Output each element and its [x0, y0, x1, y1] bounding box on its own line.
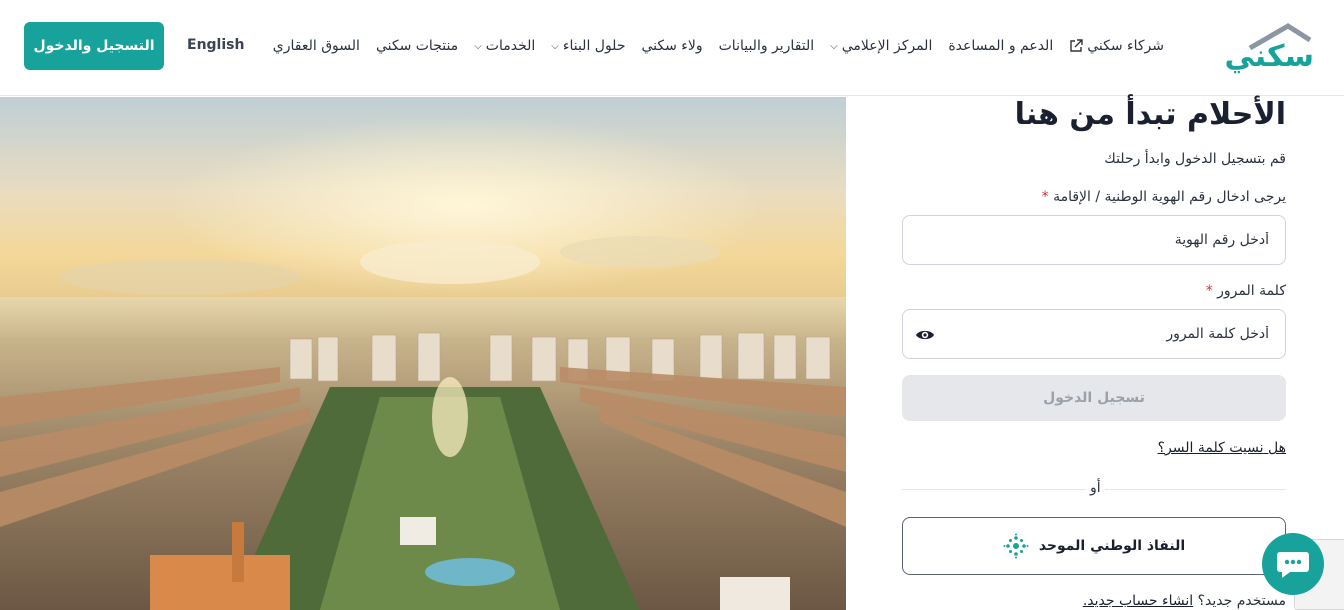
or-separator: أو: [1086, 480, 1105, 496]
main-nav: السوق العقاري منتجات سكني الخدمات ⌵ حلول …: [257, 32, 1164, 60]
page-title: الأحلام تبدأ من هنا: [1014, 97, 1286, 132]
required-mark: *: [1205, 283, 1213, 299]
password-field: [902, 309, 1286, 359]
nav-item-support[interactable]: الدعم و المساعدة: [948, 38, 1053, 54]
chevron-down-icon: ⌵: [830, 40, 838, 52]
nav-label: ولاء سكني: [641, 38, 703, 54]
password-field-label: كلمة المرور *: [1206, 283, 1286, 299]
nav-item-building-solutions[interactable]: حلول البناء ⌵: [551, 38, 625, 54]
nav-label: التقارير والبيانات: [718, 38, 815, 54]
nav-label: المركز الإعلامي: [841, 38, 933, 54]
register-login-button[interactable]: التسجيل والدخول: [24, 22, 164, 70]
id-number-input[interactable]: [903, 216, 1285, 264]
chat-icon: [1277, 552, 1309, 578]
id-field: [902, 215, 1286, 265]
required-mark: *: [1041, 189, 1049, 205]
nav-item-reports-data[interactable]: التقارير والبيانات: [719, 38, 815, 54]
id-label-text: يرجى ادخال رقم الهوية الوطنية / الإقامة: [1053, 189, 1286, 205]
create-account-link[interactable]: انشاء حساب جديد.: [1083, 593, 1193, 609]
chat-support-button[interactable]: [1262, 533, 1324, 595]
id-field-label: يرجى ادخال رقم الهوية الوطنية / الإقامة …: [1042, 189, 1286, 205]
forgot-password-link[interactable]: هل نسيت كلمة السر؟: [1158, 440, 1286, 456]
new-user-prompt: مستخدم جديد؟ انشاء حساب جديد.: [1083, 593, 1286, 609]
login-submit-button[interactable]: تسجيل الدخول: [902, 375, 1286, 421]
password-input[interactable]: [903, 310, 1285, 358]
eye-icon[interactable]: [915, 326, 935, 344]
page-subtitle: قم بتسجيل الدخول وابدأ رحلتك: [1104, 151, 1286, 167]
site-header: سكني السوق العقاري منتجات سكني الخدمات ⌵ …: [0, 0, 1344, 96]
language-switch[interactable]: English: [187, 37, 244, 53]
new-user-text: مستخدم جديد؟: [1197, 593, 1286, 609]
chevron-down-icon: ⌵: [551, 40, 559, 52]
nav-label: منتجات سكني: [375, 38, 459, 54]
nav-item-real-estate-market[interactable]: السوق العقاري: [273, 38, 360, 54]
nav-item-partners[interactable]: شركاء سكني: [1069, 38, 1164, 54]
password-label-text: كلمة المرور: [1217, 283, 1286, 299]
external-link-icon: [1070, 39, 1083, 52]
logo-text: سكني: [1224, 39, 1314, 74]
sakani-logo[interactable]: سكني: [1194, 20, 1314, 74]
nav-label: شركاء سكني: [1087, 38, 1164, 54]
nav-item-sakani-loyalty[interactable]: ولاء سكني: [641, 38, 702, 54]
hero-city-image: [0, 97, 846, 610]
nav-label: الدعم و المساعدة: [948, 38, 1054, 54]
nav-item-media-center[interactable]: المركز الإعلامي ⌵: [830, 38, 932, 54]
nav-label: الخدمات: [485, 38, 536, 54]
nafath-icon: [1003, 533, 1029, 559]
chevron-down-icon: ⌵: [474, 40, 482, 52]
nafath-login-button[interactable]: النفاذ الوطني الموحد: [902, 517, 1286, 575]
nav-label: حلول البناء: [562, 38, 626, 54]
nav-item-sakani-products[interactable]: منتجات سكني: [376, 38, 458, 54]
nav-label: السوق العقاري: [272, 38, 360, 54]
aerial-city-illustration: [0, 97, 846, 610]
nafath-label: النفاذ الوطني الموحد: [1038, 538, 1186, 554]
login-panel: الأحلام تبدأ من هنا قم بتسجيل الدخول واب…: [846, 97, 1344, 610]
nav-item-services[interactable]: الخدمات ⌵: [474, 38, 535, 54]
